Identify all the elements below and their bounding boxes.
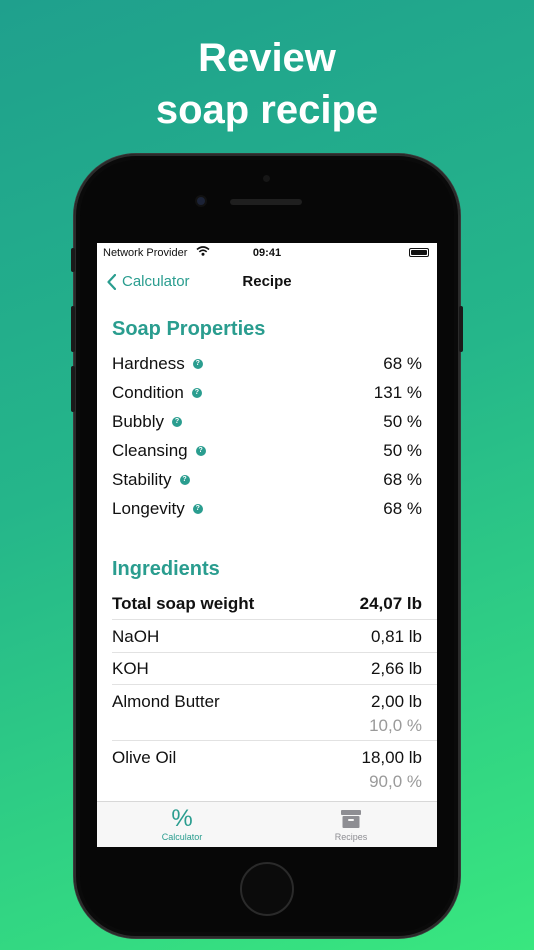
property-name: Stability: [112, 470, 172, 489]
property-row-longevity: Longevity? 68 %: [112, 499, 422, 521]
ingredient-name: NaOH: [112, 627, 160, 646]
help-icon[interactable]: ?: [179, 475, 190, 485]
help-icon[interactable]: ?: [195, 446, 206, 456]
ingredient-name: Almond Butter: [112, 692, 220, 711]
home-button[interactable]: [240, 862, 294, 916]
property-value: 68 %: [383, 499, 422, 518]
total-weight-label: Total soap weight: [112, 594, 255, 613]
ingredient-weight: 0,81 lb: [370, 627, 422, 646]
soap-properties-heading: Soap Properties: [112, 318, 266, 340]
ingredients-heading: Ingredients: [112, 558, 220, 580]
tab-calculator[interactable]: % Calculator: [122, 805, 242, 843]
earpiece-speaker: [230, 199, 302, 205]
row-divider: [112, 740, 437, 741]
archive-box-icon: [291, 806, 411, 832]
property-row-bubbly: Bubbly? 50 %: [112, 412, 422, 434]
total-weight-value: 24,07 lb: [359, 594, 422, 613]
tab-bar: % Calculator Recipes: [97, 801, 437, 847]
ingredient-weight: 18,00 lb: [361, 748, 423, 767]
property-value: 68 %: [383, 470, 422, 489]
ingredient-weight: 2,00 lb: [370, 692, 422, 711]
tab-label: Recipes: [334, 832, 368, 842]
property-row-stability: Stability? 68 %: [112, 470, 422, 492]
app-screen: Network Provider 09:41 Calculator Recipe…: [97, 243, 437, 847]
property-name: Bubbly: [112, 412, 164, 431]
row-divider: [112, 684, 437, 685]
tab-recipes[interactable]: Recipes: [291, 806, 411, 842]
ingredient-percent: 10,0 %: [369, 716, 422, 735]
power-button: [459, 306, 463, 352]
property-name: Hardness: [112, 354, 185, 373]
help-icon[interactable]: ?: [191, 388, 202, 398]
volume-down-button: [71, 366, 75, 412]
help-icon[interactable]: ?: [192, 504, 203, 514]
ingredient-name: Olive Oil: [112, 748, 177, 767]
status-time: 09:41: [252, 247, 282, 259]
promo-headline: Review soap recipe: [0, 32, 534, 136]
percent-icon: %: [171, 805, 193, 832]
help-icon[interactable]: ?: [171, 417, 182, 427]
battery-icon: [409, 248, 429, 257]
proximity-sensor: [263, 175, 270, 182]
property-value: 68 %: [383, 354, 422, 373]
tab-label: Calculator: [161, 832, 203, 842]
property-row-hardness: Hardness? 68 %: [112, 354, 422, 376]
ingredient-weight: 2,66 lb: [370, 659, 422, 678]
property-value: 50 %: [383, 412, 422, 431]
property-name: Condition: [112, 383, 184, 402]
status-bar: Network Provider 09:41: [97, 243, 437, 263]
help-icon[interactable]: ?: [192, 359, 203, 369]
headline-line-1: Review: [198, 36, 336, 80]
row-divider: [112, 619, 437, 620]
property-row-cleansing: Cleansing? 50 %: [112, 441, 422, 463]
ingredient-name: KOH: [112, 659, 149, 678]
headline-line-2: soap recipe: [155, 88, 379, 132]
property-name: Cleansing: [112, 441, 188, 460]
navigation-bar: Calculator Recipe: [97, 269, 437, 297]
property-value: 50 %: [383, 441, 422, 460]
volume-up-button: [71, 306, 75, 352]
property-name: Longevity: [112, 499, 185, 518]
mute-switch: [71, 248, 75, 272]
page-title: Recipe: [242, 273, 292, 290]
ingredient-percent: 90,0 %: [369, 772, 422, 791]
property-value: 131 %: [373, 383, 422, 402]
front-camera-icon: [195, 195, 207, 207]
row-divider: [112, 652, 437, 653]
property-row-condition: Condition? 131 %: [112, 383, 422, 405]
